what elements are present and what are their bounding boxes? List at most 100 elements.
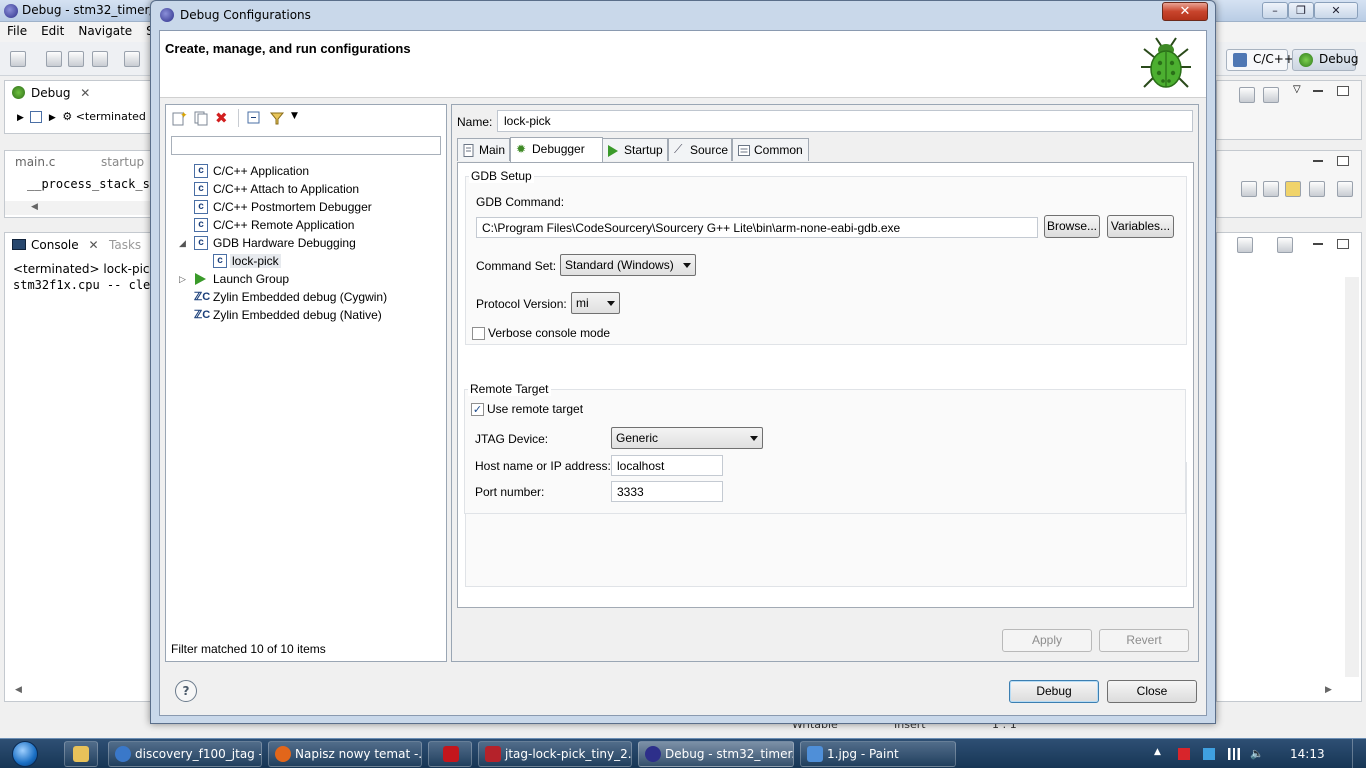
close-button[interactable]: Close <box>1107 680 1197 703</box>
name-field[interactable]: lock-pick <box>497 110 1193 132</box>
host-name-input[interactable]: localhost <box>611 455 723 476</box>
jtag-device-select[interactable]: Generic <box>611 427 763 449</box>
new-console-icon[interactable] <box>1277 237 1293 253</box>
link-icon[interactable] <box>1285 181 1301 197</box>
add-icon[interactable] <box>1239 87 1255 103</box>
tab-main-c[interactable]: main.c <box>15 155 55 169</box>
tab-source[interactable]: ⟋ Source <box>668 138 732 161</box>
revert-button[interactable]: Revert <box>1099 629 1189 652</box>
tab-startup[interactable]: startup <box>101 155 144 169</box>
gdb-command-input[interactable]: C:\Program Files\CodeSourcery\Sourcery G… <box>476 217 1038 238</box>
start-button[interactable] <box>4 740 44 768</box>
display-console-icon[interactable] <box>1237 237 1253 253</box>
expand-icon[interactable]: ▶ <box>49 113 56 123</box>
variables-button[interactable]: Variables... <box>1107 215 1174 238</box>
menu-edit[interactable]: Edit <box>34 22 71 40</box>
duplicate-icon[interactable] <box>193 110 209 126</box>
tree-item-label: C/C++ Remote Application <box>213 218 355 232</box>
collapse-all-icon[interactable] <box>246 110 262 126</box>
expand-icon[interactable]: ▷ <box>179 275 189 285</box>
tab-common[interactable]: Common <box>732 138 809 161</box>
save-icon[interactable] <box>46 51 62 67</box>
debug-view-tab[interactable]: Debug ✕ <box>7 83 96 105</box>
taskbar-item-active[interactable]: Debug - stm32_timer... <box>638 741 794 767</box>
command-set-select[interactable]: Standard (Windows) <box>560 254 696 276</box>
taskbar-item[interactable] <box>428 741 472 767</box>
eclipse-app-icon <box>4 4 18 18</box>
chevron-down-icon <box>683 263 691 268</box>
taskbar-item[interactable]: 1.jpg - Paint <box>800 741 956 767</box>
maximize-button[interactable]: ❐ <box>1288 2 1314 19</box>
filter-icon[interactable] <box>1309 181 1325 197</box>
print-icon[interactable] <box>92 51 108 67</box>
perspective-cpp[interactable]: C/C++ <box>1226 49 1294 71</box>
dropbox-icon[interactable] <box>1203 748 1215 760</box>
maximize-icon[interactable] <box>1337 156 1349 166</box>
build-icon[interactable] <box>124 51 140 67</box>
pin-icon[interactable] <box>1337 181 1353 197</box>
eclipse-title: Debug - stm32_timer/ST <box>22 3 169 17</box>
verbose-console-checkbox[interactable] <box>472 327 485 340</box>
clock[interactable]: 14:13 <box>1290 747 1325 761</box>
show-desktop-button[interactable] <box>1352 739 1366 768</box>
scroll-left-icon[interactable]: ◀ <box>15 685 22 695</box>
expand-icon[interactable]: ▶ <box>17 113 24 123</box>
filter-icon[interactable] <box>269 110 285 126</box>
editor-hscrollbar[interactable]: ◀ <box>5 201 151 215</box>
perspective-debug[interactable]: Debug <box>1292 49 1358 71</box>
tasks-tab[interactable]: Tasks <box>109 238 141 252</box>
ie-icon <box>115 746 131 762</box>
network-icon[interactable] <box>1228 748 1240 760</box>
close-icon[interactable]: ✕ <box>80 86 90 100</box>
port-number-label: Port number: <box>475 485 545 499</box>
new-icon[interactable] <box>10 51 26 67</box>
browse-button[interactable]: Browse... <box>1044 215 1100 238</box>
tray-expand-icon[interactable]: ▲ <box>1154 747 1161 757</box>
tab-startup[interactable]: Startup <box>603 138 668 161</box>
console-tab[interactable]: Console ✕ <box>7 235 105 257</box>
menu-navigate[interactable]: Navigate <box>71 22 139 40</box>
port-number-input[interactable]: 3333 <box>611 481 723 502</box>
vertical-scrollbar[interactable] <box>1345 277 1359 677</box>
tray-app-icon[interactable] <box>1178 748 1190 760</box>
window-close-button[interactable]: ✕ <box>1314 2 1358 19</box>
taskbar-explorer[interactable] <box>64 741 98 767</box>
help-icon[interactable]: ? <box>175 680 197 702</box>
scroll-right-icon[interactable]: ▶ <box>1325 685 1332 695</box>
dialog-close-button[interactable]: ✕ <box>1162 2 1208 21</box>
debug-tree-row[interactable]: ▶ ▶ ⚙ <terminated <box>17 110 146 123</box>
minimize-icon[interactable] <box>1313 160 1323 162</box>
volume-icon[interactable]: 🔈 <box>1250 748 1264 760</box>
outline-tool-icon[interactable] <box>1241 181 1257 197</box>
taskbar-item[interactable]: discovery_f100_jtag -... <box>108 741 262 767</box>
minimize-icon[interactable] <box>1313 90 1323 92</box>
minimize-icon[interactable] <box>1313 243 1323 245</box>
view-menu-icon[interactable]: ▽ <box>1293 84 1301 95</box>
collapse-icon[interactable]: ◢ <box>179 239 189 249</box>
debug-button[interactable]: Debug <box>1009 680 1099 703</box>
tab-main[interactable]: Main <box>457 138 510 161</box>
collapse-icon[interactable] <box>1263 87 1279 103</box>
delete-icon[interactable]: ✖ <box>215 110 231 126</box>
apply-button[interactable]: Apply <box>1002 629 1092 652</box>
new-configuration-icon[interactable]: ✦ <box>171 110 188 126</box>
scroll-left-icon[interactable]: ◀ <box>31 202 38 212</box>
maximize-icon[interactable] <box>1337 86 1349 96</box>
taskbar-item[interactable]: jtag-lock-pick_tiny_2... <box>478 741 632 767</box>
protocol-version-select[interactable]: mi <box>571 292 620 314</box>
tree-item-label: C/C++ Application <box>213 164 310 178</box>
maximize-icon[interactable] <box>1337 239 1349 249</box>
run-icon <box>608 145 618 157</box>
menu-file[interactable]: File <box>0 22 34 40</box>
debug-tree-label: <terminated <box>75 110 146 123</box>
filter-input[interactable] <box>171 136 441 155</box>
use-remote-target-checkbox[interactable]: ✓ <box>471 403 484 416</box>
save-all-icon[interactable] <box>68 51 84 67</box>
tab-debugger[interactable]: ✹ Debugger <box>510 137 603 162</box>
home-icon[interactable] <box>1263 181 1279 197</box>
taskbar-item-label: 1.jpg - Paint <box>827 747 899 761</box>
close-icon[interactable]: ✕ <box>88 238 98 252</box>
taskbar-item[interactable]: Napisz nowy temat -... <box>268 741 422 767</box>
chevron-down-icon[interactable]: ▼ <box>291 111 298 121</box>
minimize-button[interactable]: – <box>1262 2 1288 19</box>
